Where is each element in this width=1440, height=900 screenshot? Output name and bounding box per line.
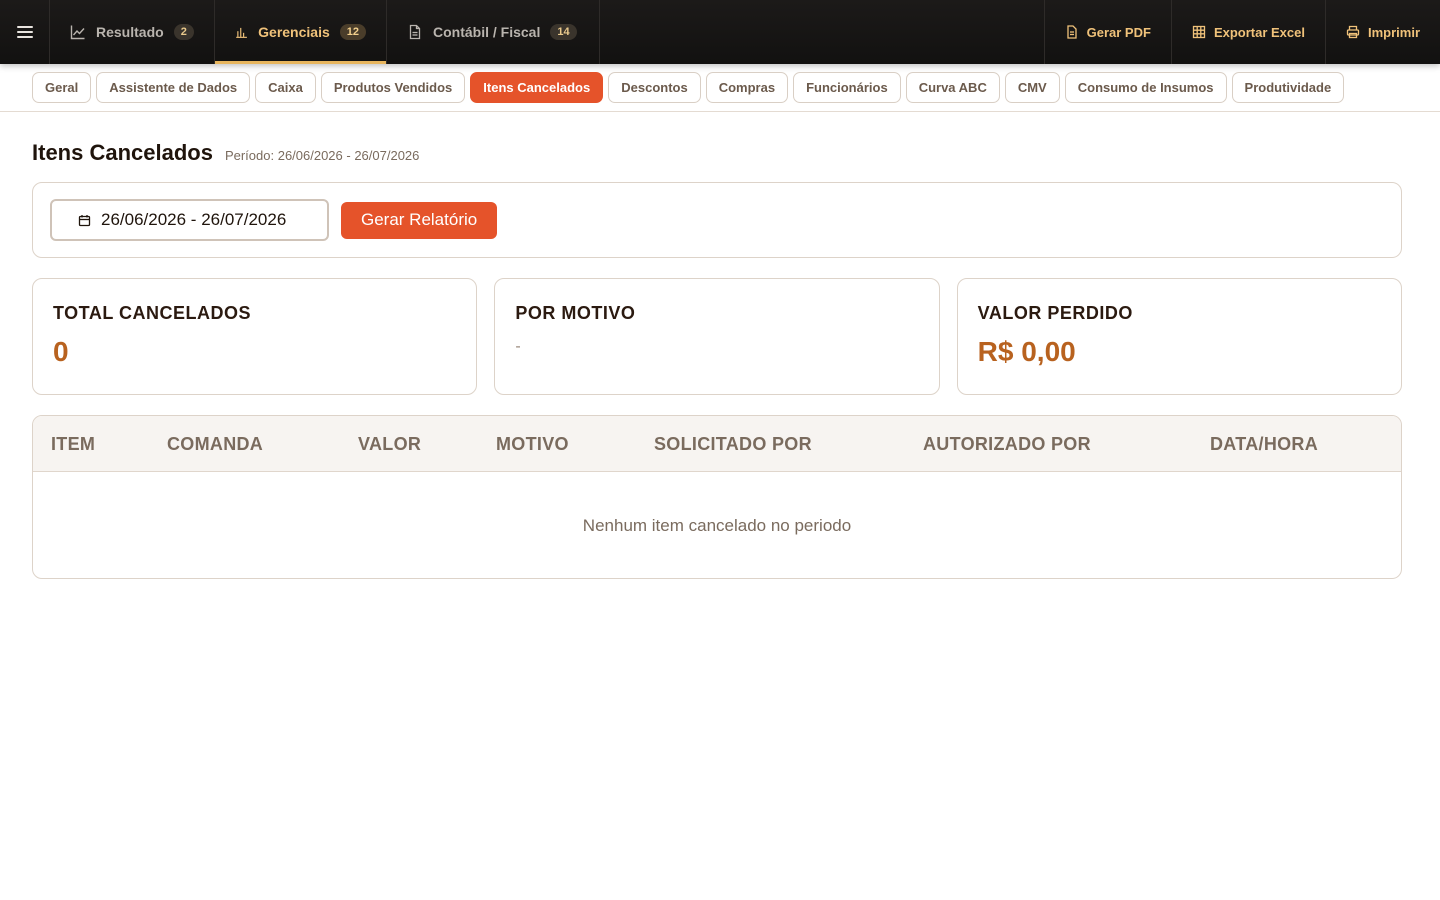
column-header-item[interactable]: ITEM	[51, 416, 95, 472]
tab-contabil-fiscal-label: Contábil / Fiscal	[433, 24, 541, 40]
stat-motivo-value: -	[515, 338, 521, 355]
page-header: Itens Cancelados Período: 26/06/2026 - 2…	[32, 140, 419, 166]
report-subtabs: Geral Assistente de Dados Caixa Produtos…	[0, 64, 1440, 112]
stat-card-total-cancelados: TOTAL CANCELADOS 0	[32, 278, 478, 395]
cancelled-items-table: ITEM COMANDA VALOR MOTIVO SOLICITADO POR…	[32, 415, 1402, 579]
subtab-geral[interactable]: Geral	[32, 72, 92, 103]
stat-motivo-label: POR MOTIVO	[515, 303, 636, 323]
tab-resultado[interactable]: Resultado 2	[50, 0, 215, 64]
stat-valor-label: VALOR PERDIDO	[977, 303, 1133, 323]
subtab-produtos-vendidos[interactable]: Produtos Vendidos	[320, 72, 466, 103]
page-title: Itens Cancelados	[32, 140, 213, 165]
export-excel-button[interactable]: Exportar Excel	[1170, 0, 1325, 64]
spreadsheet-icon	[1192, 25, 1206, 39]
column-header-comanda[interactable]: COMANDA	[167, 416, 263, 472]
tab-contabil-fiscal[interactable]: Contábil / Fiscal 14	[387, 0, 600, 64]
printer-icon	[1346, 25, 1360, 39]
subtab-curva-abc[interactable]: Curva ABC	[905, 72, 1000, 103]
stat-card-valor-perdido: VALOR PERDIDO R$ 0,00	[956, 278, 1402, 395]
subtab-assistente-de-dados[interactable]: Assistente de Dados	[96, 72, 251, 103]
tab-gerenciais-count-badge: 12	[339, 24, 366, 40]
stat-total-value: 0	[53, 336, 69, 367]
subtab-funcionarios[interactable]: Funcionários	[793, 72, 901, 103]
filter-card: 26/06/2026 - 26/07/2026 Gerar Relatório	[32, 182, 1402, 258]
document-icon	[409, 24, 421, 40]
stat-valor-value: R$ 0,00	[977, 336, 1076, 367]
hamburger-menu-icon[interactable]	[0, 0, 50, 64]
pdf-file-icon	[1066, 25, 1077, 39]
table-empty-message: Nenhum item cancelado no periodo	[582, 515, 852, 535]
generate-report-button[interactable]: Gerar Relatório	[341, 201, 498, 239]
print-label: Imprimir	[1367, 24, 1420, 40]
subtab-descontos[interactable]: Descontos	[608, 72, 701, 103]
column-header-valor[interactable]: VALOR	[358, 416, 421, 472]
tab-resultado-count-badge: 2	[173, 24, 194, 40]
stat-total-label: TOTAL CANCELADOS	[53, 303, 252, 323]
bar-chart-icon	[236, 27, 247, 38]
date-range-input[interactable]: 26/06/2026 - 26/07/2026	[50, 199, 329, 241]
page-period: Período: 26/06/2026 - 26/07/2026	[224, 148, 420, 163]
column-header-motivo[interactable]: MOTIVO	[496, 416, 569, 472]
tab-resultado-label: Resultado	[96, 24, 164, 40]
tab-contabil-fiscal-count-badge: 14	[550, 24, 577, 40]
table-header-row: ITEM COMANDA VALOR MOTIVO SOLICITADO POR…	[33, 416, 1401, 472]
subtab-compras[interactable]: Compras	[705, 72, 789, 103]
top-navigation-bar: Resultado 2 Gerenciais 12 Contábil / Fis…	[0, 0, 1440, 64]
date-range-value: 26/06/2026 - 26/07/2026	[101, 210, 287, 229]
subtab-caixa[interactable]: Caixa	[255, 72, 316, 103]
generate-pdf-label: Gerar PDF	[1086, 24, 1151, 40]
subtab-produtividade[interactable]: Produtividade	[1231, 72, 1345, 103]
tab-gerenciais[interactable]: Gerenciais 12	[215, 0, 387, 64]
column-header-autorizado-por[interactable]: AUTORIZADO POR	[923, 416, 1091, 472]
tab-gerenciais-label: Gerenciais	[258, 24, 330, 40]
column-header-data-hora[interactable]: DATA/HORA	[1210, 416, 1318, 472]
line-chart-icon	[70, 25, 85, 40]
subtab-itens-cancelados[interactable]: Itens Cancelados	[470, 72, 604, 103]
subtab-consumo-de-insumos[interactable]: Consumo de Insumos	[1064, 72, 1227, 103]
stat-card-por-motivo: POR MOTIVO -	[494, 278, 940, 395]
stats-row: TOTAL CANCELADOS 0 POR MOTIVO - VALOR PE…	[32, 278, 1402, 395]
column-header-solicitado-por[interactable]: SOLICITADO POR	[654, 416, 812, 472]
print-button[interactable]: Imprimir	[1324, 0, 1440, 64]
generate-pdf-button[interactable]: Gerar PDF	[1043, 0, 1171, 64]
export-excel-label: Exportar Excel	[1213, 24, 1305, 40]
subtab-cmv[interactable]: CMV	[1004, 72, 1060, 103]
calendar-icon	[78, 214, 91, 226]
